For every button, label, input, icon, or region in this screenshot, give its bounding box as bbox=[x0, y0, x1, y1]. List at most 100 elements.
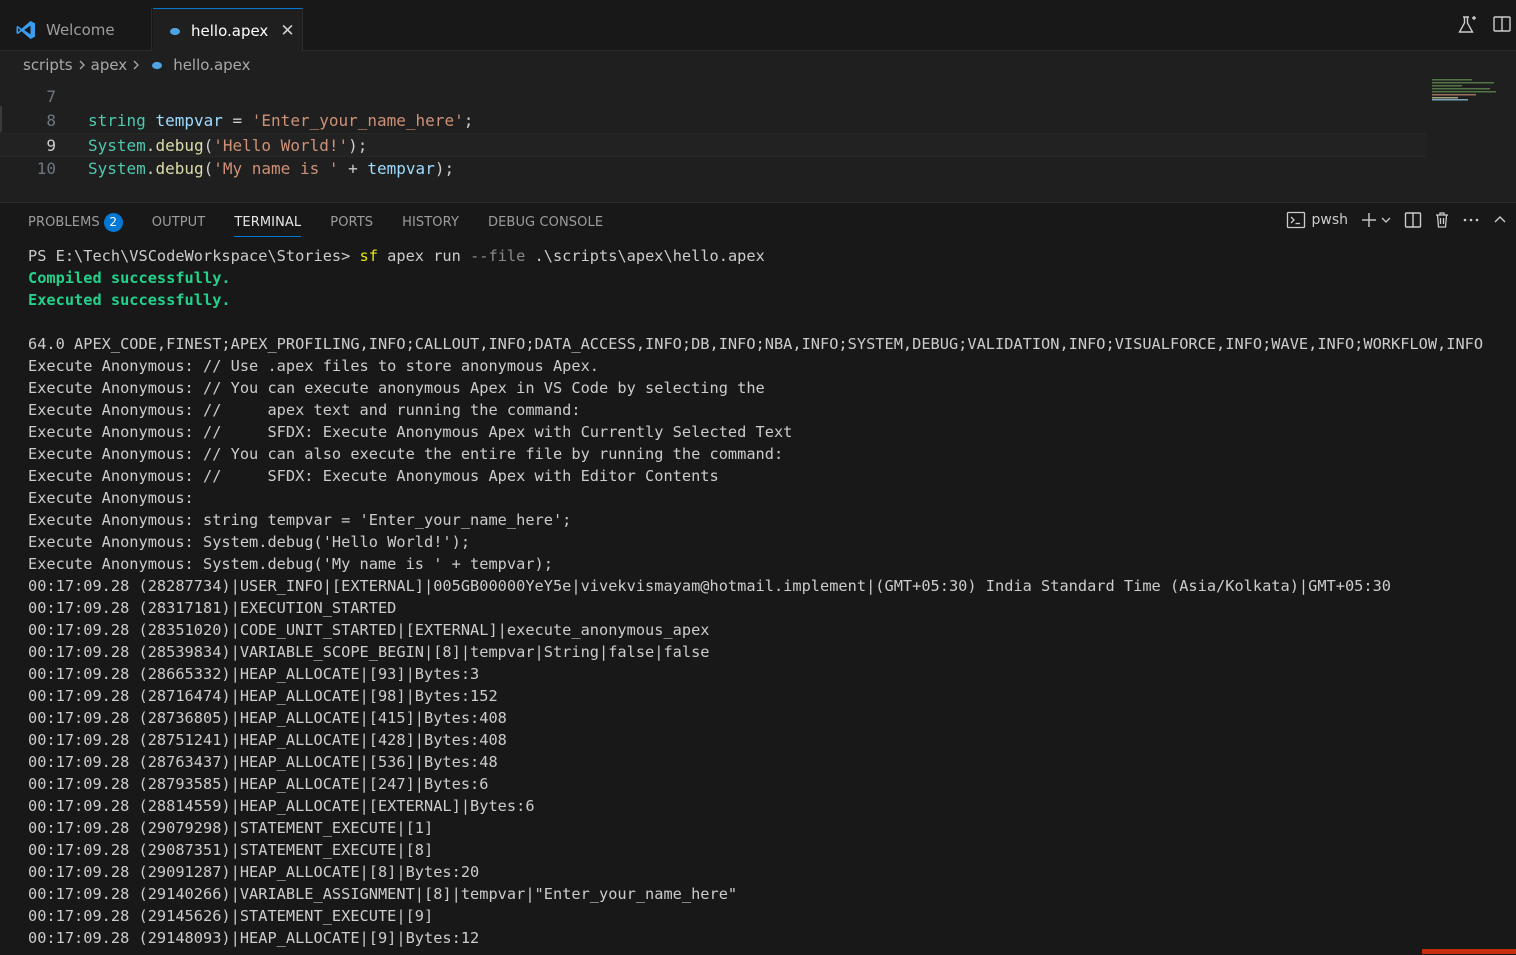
terminal-shell-selector[interactable]: pwsh bbox=[1286, 211, 1348, 229]
code-text: System.debug('My name is ' + tempvar); bbox=[88, 157, 454, 181]
vscode-logo-icon bbox=[16, 20, 36, 40]
terminal-log-line: Execute Anonymous: // Use .apex files to… bbox=[28, 357, 599, 375]
code-token: . bbox=[145, 159, 156, 178]
terminal-log-line: Execute Anonymous: // SFDX: Execute Anon… bbox=[28, 423, 793, 441]
apex-file-icon bbox=[169, 22, 181, 40]
terminal-log-line: Execute Anonymous: bbox=[28, 489, 194, 507]
code-token: ); bbox=[348, 136, 368, 155]
plus-icon bbox=[1360, 211, 1378, 229]
terminal-log-line: 00:17:09.28 (29140266)|VARIABLE_ASSIGNME… bbox=[28, 885, 738, 903]
code-token: ; bbox=[463, 111, 474, 130]
terminal-log-line: 00:17:09.28 (29087351)|STATEMENT_EXECUTE… bbox=[28, 841, 434, 859]
code-token: ( bbox=[203, 136, 214, 155]
code-text: string tempvar = 'Enter_your_name_here'; bbox=[88, 109, 473, 133]
terminal-log-line: 00:17:09.28 (28317181)|EXECUTION_STARTED bbox=[28, 599, 397, 617]
chevron-up-icon[interactable] bbox=[1492, 212, 1508, 228]
chevron-right-icon bbox=[131, 59, 141, 71]
gutter-marker bbox=[0, 106, 2, 132]
tab-output[interactable]: OUTPUT bbox=[152, 203, 206, 241]
tab-problems[interactable]: PROBLEMS 2 bbox=[28, 203, 123, 241]
tab-welcome-label: Welcome bbox=[46, 20, 115, 39]
panel-tabs: PROBLEMS 2 OUTPUT TERMINAL PORTS HISTORY… bbox=[28, 203, 632, 241]
bottom-panel: PROBLEMS 2 OUTPUT TERMINAL PORTS HISTORY… bbox=[0, 202, 1516, 955]
tab-debug-console[interactable]: DEBUG CONSOLE bbox=[488, 203, 603, 241]
code-text: System.debug('Hello World!'); bbox=[88, 134, 367, 158]
chevron-right-icon bbox=[77, 59, 87, 71]
breadcrumb-hello-apex[interactable]: hello.apex bbox=[173, 56, 250, 74]
tab-ports[interactable]: PORTS bbox=[330, 203, 373, 241]
terminal-output[interactable]: PS E:\Tech\VSCodeWorkspace\Stories> sf a… bbox=[28, 245, 1508, 949]
problems-count-badge: 2 bbox=[103, 212, 123, 232]
terminal-log-line: Execute Anonymous: System.debug('Hello W… bbox=[28, 533, 471, 551]
terminal-log-line: Execute Anonymous: // You can also execu… bbox=[28, 445, 784, 463]
chevron-down-icon[interactable] bbox=[1380, 214, 1392, 226]
terminal-log-line: 00:17:09.28 (29148093)|HEAP_ALLOCATE|[9]… bbox=[28, 929, 480, 947]
line-number: 10 bbox=[36, 159, 56, 178]
terminal-log-line: 00:17:09.28 (28351020)|CODE_UNIT_STARTED… bbox=[28, 621, 710, 639]
code-token: . bbox=[145, 136, 156, 155]
breadcrumb-scripts[interactable]: scripts bbox=[23, 56, 73, 74]
code-token: tempvar bbox=[155, 111, 223, 130]
code-token: ( bbox=[203, 159, 214, 178]
code-token: + bbox=[338, 159, 368, 178]
line-number: 9 bbox=[46, 136, 56, 155]
more-actions-icon[interactable] bbox=[1462, 211, 1480, 229]
code-line[interactable]: 7 bbox=[0, 85, 1426, 109]
terminal-log-line: 00:17:09.28 (28814559)|HEAP_ALLOCATE|[EX… bbox=[28, 797, 535, 815]
shell-name: pwsh bbox=[1311, 212, 1348, 228]
code-token: debug bbox=[155, 159, 204, 178]
terminal-log-line: 00:17:09.28 (28539834)|VARIABLE_SCOPE_BE… bbox=[28, 643, 710, 661]
command-args: apex run bbox=[377, 247, 471, 265]
code-line[interactable]: 8 string tempvar = 'Enter_your_name_here'… bbox=[0, 109, 1426, 133]
tab-hello-apex[interactable]: hello.apex ✕ bbox=[153, 8, 303, 52]
terminal-command-line: PS E:\Tech\VSCodeWorkspace\Stories> sf a… bbox=[28, 245, 1508, 267]
split-editor-icon[interactable] bbox=[1492, 14, 1512, 36]
trash-icon[interactable] bbox=[1434, 211, 1450, 229]
apex-file-icon bbox=[151, 56, 163, 74]
terminal-log-line: 00:17:09.28 (28716474)|HEAP_ALLOCATE|[98… bbox=[28, 687, 498, 705]
code-line[interactable]: 9 System.debug('Hello World!'); bbox=[0, 133, 1426, 157]
close-tab-icon[interactable]: ✕ bbox=[280, 21, 294, 41]
code-token: System bbox=[88, 136, 146, 155]
terminal-prompt: PS E:\Tech\VSCodeWorkspace\Stories> bbox=[28, 247, 360, 265]
executed-message: Executed successfully. bbox=[28, 291, 231, 309]
compiled-message: Compiled successfully. bbox=[28, 269, 231, 287]
terminal-log-line: 00:17:09.28 (29091287)|HEAP_ALLOCATE|[8]… bbox=[28, 863, 480, 881]
code-editor[interactable]: 7 8 string tempvar = 'Enter_your_name_here… bbox=[0, 80, 1516, 202]
command-flag: --file bbox=[470, 247, 526, 265]
terminal-log-line: 00:17:09.28 (28751241)|HEAP_ALLOCATE|[42… bbox=[28, 731, 507, 749]
terminal-log-line: Execute Anonymous: System.debug('My name… bbox=[28, 555, 553, 573]
terminal-log-line: 00:17:09.28 (29079298)|STATEMENT_EXECUTE… bbox=[28, 819, 434, 837]
terminal-log-line: 00:17:09.28 (28793585)|HEAP_ALLOCATE|[24… bbox=[28, 775, 489, 793]
tab-terminal[interactable]: TERMINAL bbox=[234, 203, 302, 241]
editor-tab-bar: Welcome hello.apex ✕ bbox=[0, 0, 1516, 52]
terminal-log-line: Execute Anonymous: // apex text and runn… bbox=[28, 401, 581, 419]
panel-actions: pwsh bbox=[1286, 211, 1508, 229]
code-token: debug bbox=[155, 136, 204, 155]
beaker-icon[interactable] bbox=[1456, 14, 1478, 36]
line-number: 8 bbox=[46, 111, 56, 130]
code-token: System bbox=[88, 159, 146, 178]
terminal-log-line: 00:17:09.28 (29145626)|STATEMENT_EXECUTE… bbox=[28, 907, 434, 925]
code-token: 'Enter_your_name_here' bbox=[251, 111, 464, 130]
breadcrumb: scripts apex hello.apex bbox=[0, 51, 1516, 79]
code-token: tempvar bbox=[367, 159, 435, 178]
terminal-log-line: Execute Anonymous: // You can execute an… bbox=[28, 379, 765, 397]
tab-welcome[interactable]: Welcome bbox=[0, 8, 152, 51]
terminal-log-line: Execute Anonymous: // SFDX: Execute Anon… bbox=[28, 467, 719, 485]
terminal-log-line bbox=[28, 311, 1508, 333]
code-line[interactable]: 10 System.debug('My name is ' + tempvar); bbox=[0, 157, 1426, 181]
minimap[interactable] bbox=[1432, 79, 1500, 101]
line-number: 7 bbox=[46, 87, 56, 106]
tab-history[interactable]: HISTORY bbox=[402, 203, 459, 241]
new-terminal-button[interactable] bbox=[1360, 211, 1392, 229]
terminal-icon bbox=[1286, 211, 1306, 229]
split-terminal-icon[interactable] bbox=[1404, 211, 1422, 229]
terminal-log-line: Execute Anonymous: string tempvar = 'Ent… bbox=[28, 511, 572, 529]
status-bar-error-segment[interactable] bbox=[1422, 949, 1516, 954]
code-token: ); bbox=[434, 159, 455, 178]
breadcrumb-apex[interactable]: apex bbox=[91, 56, 128, 74]
code-token: = bbox=[222, 111, 252, 130]
terminal-log-line: 00:17:09.28 (28665332)|HEAP_ALLOCATE|[93… bbox=[28, 665, 480, 683]
